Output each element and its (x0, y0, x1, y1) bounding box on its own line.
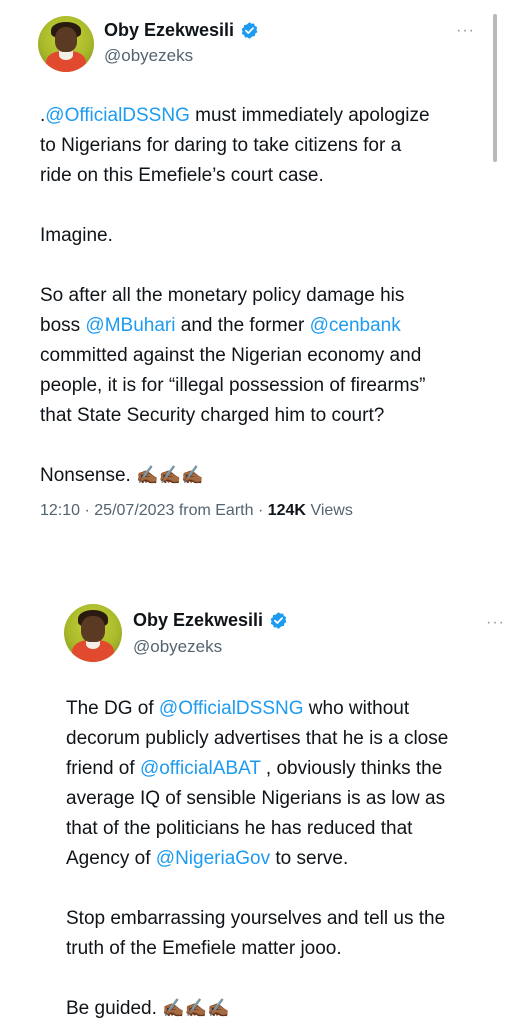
text-line: people, it is for “illegal possession of… (40, 371, 490, 401)
tweet-text: .@OfficialDSSNG must immediately apologi… (40, 101, 490, 491)
text-segment: committed against the Nigerian economy a… (40, 345, 422, 366)
text-segment: that of the politicians he has reduced t… (66, 818, 413, 839)
writing-hand-emoji-icon: ✍🏾✍🏾✍🏾 (136, 465, 204, 486)
tweet-time[interactable]: 12:10 (40, 502, 80, 519)
text-line: truth of the Emefiele matter jooo. (66, 934, 516, 964)
writing-hand-emoji-icon: ✍🏾✍🏾✍🏾 (162, 998, 230, 1019)
views-label: Views (310, 502, 353, 519)
verified-badge-icon (270, 612, 287, 629)
mention-link[interactable]: @MBuhari (85, 315, 175, 336)
mention-link[interactable]: @cenbank (310, 315, 401, 336)
author-handle[interactable]: @obyezeks (104, 46, 193, 66)
text-line: So after all the monetary policy damage … (40, 281, 490, 311)
text-segment: Imagine. (40, 225, 113, 246)
text-line: Nonsense. ✍🏾✍🏾✍🏾 (40, 461, 490, 491)
text-line: Be guided. ✍🏾✍🏾✍🏾 (66, 994, 516, 1024)
text-line: committed against the Nigerian economy a… (40, 341, 490, 371)
text-segment: and the former (175, 315, 310, 336)
author-name[interactable]: Oby Ezekwesili (133, 610, 263, 631)
text-segment: Stop embarrassing yourselves and tell us… (66, 908, 446, 929)
text-line: that of the politicians he has reduced t… (66, 814, 516, 844)
text-segment: ride on this Emefiele’s court case. (40, 165, 324, 186)
mention-link[interactable]: @officialABAT (140, 758, 261, 779)
mention-link[interactable]: @NigeriaGov (156, 848, 270, 869)
text-line: friend of @officialABAT , obviously thin… (66, 754, 516, 784)
tweet-source: from Earth (178, 502, 254, 519)
author-handle[interactable]: @obyezeks (133, 637, 222, 657)
text-line: Imagine. (40, 221, 490, 251)
text-line: that State Security charged him to court… (40, 401, 490, 431)
tweet-meta: 12:10 · 25/07/2023 from Earth · 124K Vie… (40, 502, 353, 519)
text-line: The DG of @OfficialDSSNG who without (66, 694, 516, 724)
text-line: to Nigerians for daring to take citizens… (40, 131, 490, 161)
text-segment: must immediately apologize (189, 105, 430, 126)
verified-badge-icon (241, 22, 258, 39)
text-segment: Nonsense. (40, 465, 137, 486)
more-options-icon[interactable]: ··· (456, 22, 475, 40)
text-segment: So after all the monetary policy damage … (40, 285, 405, 306)
text-segment: The DG of (66, 698, 159, 719)
text-line: decorum publicly advertises that he is a… (66, 724, 516, 754)
text-segment: truth of the Emefiele matter jooo. (66, 938, 342, 959)
text-line: Stop embarrassing yourselves and tell us… (66, 904, 516, 934)
text-segment: average IQ of sensible Nigerians is as l… (66, 788, 446, 809)
text-line: boss @MBuhari and the former @cenbank (40, 311, 490, 341)
text-line: .@OfficialDSSNG must immediately apologi… (40, 101, 490, 131)
more-options-icon[interactable]: ··· (486, 614, 505, 632)
text-segment: that State Security charged him to court… (40, 405, 385, 426)
text-segment: to Nigerians for daring to take citizens… (40, 135, 402, 156)
text-segment: who without (303, 698, 410, 719)
tweet-text: The DG of @OfficialDSSNG who without deco… (66, 694, 516, 1024)
avatar[interactable] (64, 604, 122, 662)
mention-link[interactable]: @OfficialDSSNG (159, 698, 304, 719)
mention-link[interactable]: @OfficialDSSNG (45, 105, 190, 126)
tweet-date[interactable]: 25/07/2023 (94, 502, 174, 519)
text-line: Agency of @NigeriaGov to serve. (66, 844, 516, 874)
text-segment: to serve. (270, 848, 349, 869)
text-line: ride on this Emefiele’s court case. (40, 161, 490, 191)
text-segment: Be guided. (66, 998, 163, 1019)
scrollbar[interactable] (493, 14, 497, 162)
text-segment: decorum publicly advertises that he is a… (66, 728, 449, 749)
text-line: average IQ of sensible Nigerians is as l… (66, 784, 516, 814)
author-name[interactable]: Oby Ezekwesili (104, 20, 234, 41)
avatar[interactable] (38, 16, 94, 72)
text-segment: friend of (66, 758, 140, 779)
text-segment: people, it is for “illegal possession of… (40, 375, 426, 396)
text-segment: boss (40, 315, 86, 336)
text-segment: , obviously thinks the (260, 758, 443, 779)
views-count: 124K (267, 502, 306, 519)
text-segment: Agency of (66, 848, 156, 869)
